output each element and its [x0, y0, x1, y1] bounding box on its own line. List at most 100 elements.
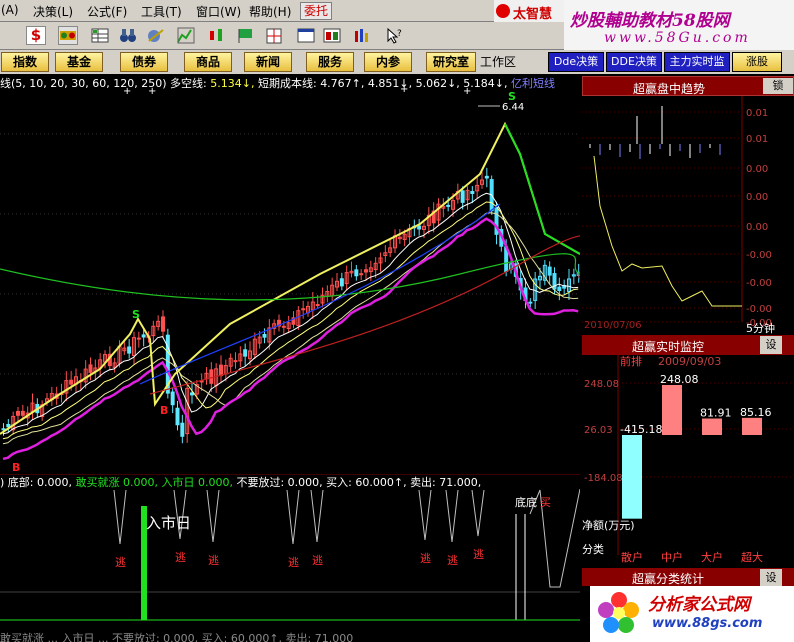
lock-button[interactable]: 锁: [763, 78, 793, 94]
tao-label: 逃: [447, 554, 458, 567]
legend-maichu: 卖出: 71.000,: [410, 476, 482, 489]
cross-icon[interactable]: [264, 26, 284, 45]
tao-label: 逃: [208, 554, 219, 567]
brand-label: 太智慧: [513, 7, 553, 22]
trend-chart: 0.010.010.000.000.00-0.00-0.00-0.00-0.00: [582, 96, 794, 334]
nav-insider-button[interactable]: 内参: [364, 52, 412, 72]
monitor-yaxis-label: 248.08: [584, 379, 619, 390]
nav-commodity-button[interactable]: 商品: [184, 52, 232, 72]
trend-period[interactable]: 5分钟: [746, 320, 775, 336]
duokong-value: 5.134↓,: [210, 77, 255, 90]
ma-line: [2, 217, 579, 461]
flower-logo-icon: [598, 592, 639, 633]
menu-item-formula[interactable]: 公式(F): [87, 3, 127, 20]
tab-dde-decision-1[interactable]: Dde决策: [548, 52, 604, 72]
menu-item-decision[interactable]: 决策(L): [33, 3, 73, 20]
weituo-button[interactable]: 委托: [300, 2, 332, 20]
tao-label: 逃: [115, 556, 126, 569]
candle-body: [180, 422, 185, 437]
window-icon[interactable]: [296, 26, 316, 45]
candle-body: [364, 269, 368, 273]
candle-body: [170, 391, 175, 406]
tab-rising-stocks[interactable]: 涨股: [732, 52, 782, 72]
chart-check-icon[interactable]: [176, 26, 196, 45]
tab-main-monitor[interactable]: 主力实时监: [664, 52, 730, 72]
indicator-spike: [471, 489, 485, 537]
menu-item-tools[interactable]: 工具(T): [141, 3, 182, 20]
nav-service-button[interactable]: 服务: [306, 52, 354, 72]
monitor-bar-散户: [622, 435, 642, 519]
menu-item-help[interactable]: 帮助(H): [249, 3, 291, 20]
candle-body: [446, 204, 451, 207]
svg-text:?: ?: [397, 29, 402, 39]
rushi-big-label: 入市日: [146, 514, 192, 532]
indicator-legend-bottom: 敢买就涨 ... 入市日 ... 不要放过: 0.000, 买入: 60.000…: [0, 632, 354, 642]
trend-date: 2010/07/06: [584, 320, 642, 331]
candle-body: [484, 175, 489, 179]
nav-news-button[interactable]: 新闻: [244, 52, 292, 72]
dollar-icon[interactable]: $: [26, 26, 46, 45]
candle-body: [161, 316, 165, 332]
indicator-curve: [529, 488, 580, 588]
flag-icon[interactable]: [236, 26, 256, 45]
nav-bond-button[interactable]: 债券: [120, 52, 168, 72]
kline-chart[interactable]: SSBB6.44+ + + +: [0, 74, 580, 474]
watermark-bottom-title: 分析家公式网: [648, 595, 750, 615]
tao-label: 逃: [420, 552, 431, 565]
classify-settings-button[interactable]: 设: [760, 569, 782, 586]
candle-body: [262, 334, 267, 338]
candle-body: [243, 349, 248, 357]
workarea-label[interactable]: 工作区: [480, 53, 516, 70]
legend-mairu: 买入: 60.000↑,: [326, 476, 407, 489]
calendar-icon[interactable]: [322, 26, 342, 45]
ma-periods: 线(5, 10, 20, 30, 60, 120, 250): [0, 77, 167, 90]
nav-research-button[interactable]: 研究室: [426, 52, 476, 72]
indicator-spike: [113, 489, 127, 545]
bars-icon[interactable]: [352, 26, 372, 45]
monitor-bar-中户: [662, 385, 682, 435]
tab-dde-decision-2[interactable]: DDE决策: [606, 52, 662, 72]
candle-body: [354, 269, 359, 277]
nav-fund-button[interactable]: 基金: [55, 52, 103, 72]
tools-icon[interactable]: [146, 26, 166, 45]
candle-body: [136, 337, 141, 340]
candle-icon[interactable]: [206, 26, 226, 45]
didi-label: 底底: [515, 495, 537, 509]
classify-panel-title: 超赢分类统计: [632, 572, 705, 586]
legend-gankuai: 敢买就涨 0.000,: [75, 476, 158, 489]
monitor-bar-label: 81.91: [700, 406, 732, 419]
table-icon[interactable]: [90, 26, 110, 45]
menu-item-window[interactable]: 窗口(W): [196, 3, 241, 20]
candle-body: [301, 308, 306, 311]
brand: 太智慧: [494, 0, 564, 22]
monitor-category: 中户: [661, 550, 683, 564]
signal-s-1: S: [132, 308, 140, 321]
short-cost-label: 短期成本线:: [257, 77, 317, 90]
binoculars-icon[interactable]: [118, 26, 138, 45]
ma-line: [2, 192, 579, 435]
monitor-date: 2009/09/03: [658, 355, 721, 368]
monitor-bar-label: 85.16: [740, 406, 772, 419]
candle-body: [141, 334, 146, 338]
candle-body: [69, 379, 74, 385]
menu-item-a[interactable]: (A): [1, 3, 19, 17]
candle-body: [339, 278, 344, 287]
indicator-spike: [286, 489, 300, 545]
candle-body: [470, 191, 475, 194]
help-pointer-icon[interactable]: ?: [384, 26, 404, 45]
indicator-spike: [418, 489, 432, 541]
indicator-chart[interactable]: 逃逃逃逃逃逃逃逃底底买: [0, 474, 580, 642]
monitor-cat-label: 分类: [582, 542, 604, 556]
tao-label: 逃: [175, 551, 186, 564]
monitor-bar-超大: [742, 417, 762, 435]
monitor-category: 大户: [701, 550, 723, 564]
ma-legend: 线(5, 10, 20, 30, 60, 120, 250) 多空线: 5.13…: [0, 75, 555, 91]
candle-body: [6, 423, 11, 428]
monitor-settings-button[interactable]: 设: [760, 336, 782, 354]
nav-index-button[interactable]: 指数: [1, 52, 49, 72]
monitor-bar-label: -415.18: [620, 423, 662, 436]
candle-body: [547, 266, 552, 276]
grid-icon[interactable]: [58, 26, 78, 45]
tao-label: 逃: [473, 548, 484, 561]
trend-panel-title: 超赢盘中趋势: [633, 82, 706, 96]
